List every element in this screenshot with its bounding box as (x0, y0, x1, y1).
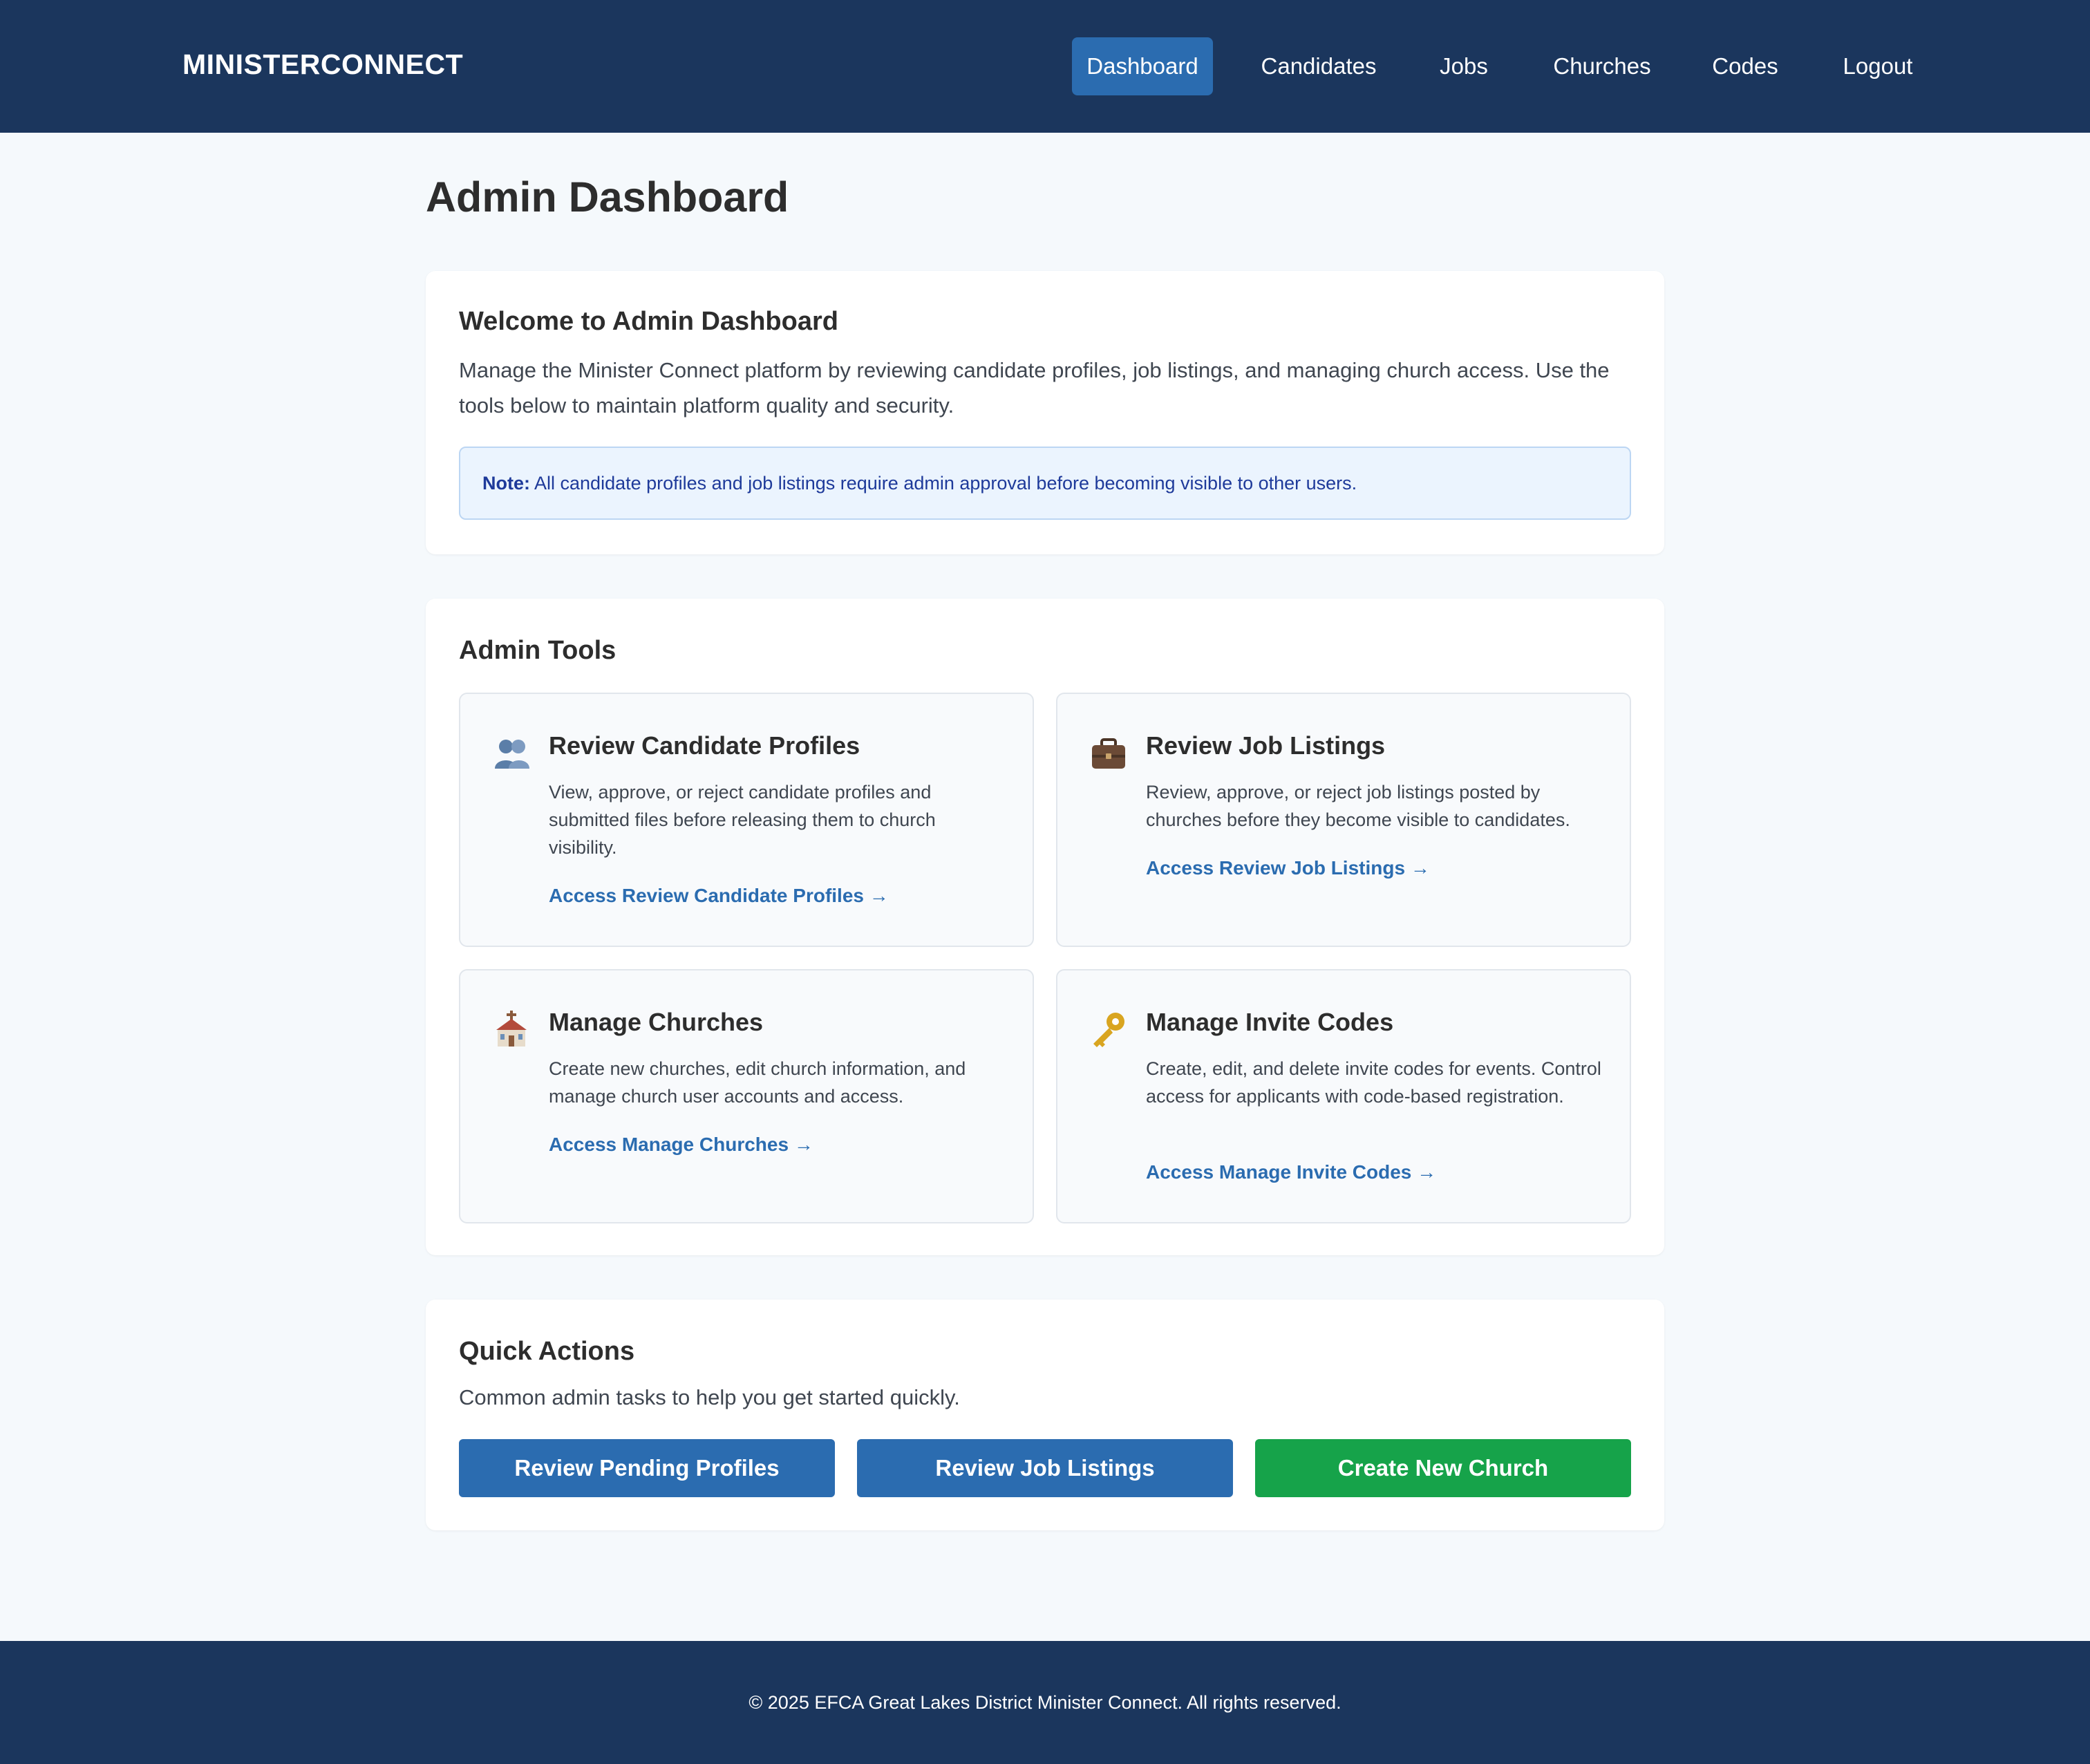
access-review-candidates-link[interactable]: Access Review Candidate Profiles → (549, 885, 889, 907)
footer: © 2025 EFCA Great Lakes District Ministe… (0, 1641, 2090, 1764)
nav-dashboard[interactable]: Dashboard (1072, 37, 1213, 95)
tool-title: Manage Invite Codes (1146, 1008, 1394, 1036)
nav-candidates[interactable]: Candidates (1250, 37, 1388, 95)
welcome-text: Manage the Minister Connect platform by … (459, 358, 1610, 417)
tool-description: Review, approve, or reject job listings … (1146, 782, 1570, 830)
note-label: Note: (482, 473, 530, 494)
page-title: Admin Dashboard (426, 173, 789, 220)
nav-logout[interactable]: Logout (1833, 37, 1923, 95)
welcome-heading: Welcome to Admin Dashboard (459, 307, 838, 336)
nav-codes[interactable]: Codes (1704, 37, 1786, 95)
tool-card-manage-churches: Manage Churches Create new churches, edi… (459, 969, 1034, 1223)
admin-tools-card: Admin Tools Review Candidate Profiles Vi… (426, 599, 1664, 1255)
people-icon (495, 740, 529, 769)
nav-churches[interactable]: Churches (1544, 37, 1660, 95)
briefcase-icon (1092, 738, 1125, 769)
tool-title: Manage Churches (549, 1008, 764, 1036)
tool-description: Create, edit, and delete invite codes fo… (1146, 1058, 1601, 1107)
create-new-church-button[interactable]: Create New Church (1255, 1439, 1631, 1497)
tool-title: Review Job Listings (1146, 731, 1386, 760)
admin-tools-heading: Admin Tools (459, 636, 616, 665)
tool-description: View, approve, or reject candidate profi… (549, 782, 936, 858)
tool-card-manage-codes: Manage Invite Codes Create, edit, and de… (1056, 969, 1631, 1223)
key-icon (1093, 1013, 1124, 1047)
welcome-card: Welcome to Admin Dashboard Manage the Mi… (426, 271, 1664, 554)
approval-note: Note: All candidate profiles and job lis… (459, 447, 1631, 520)
access-manage-codes-link[interactable]: Access Manage Invite Codes → (1146, 1161, 1436, 1183)
nav-jobs[interactable]: Jobs (1429, 37, 1498, 95)
tool-title: Review Candidate Profiles (549, 731, 860, 760)
quick-actions-description: Common admin tasks to help you get start… (459, 1385, 960, 1409)
brand-logo[interactable]: MINISTERCONNECT (182, 48, 463, 81)
top-navbar: MINISTERCONNECT Dashboard Candidates Job… (0, 0, 2090, 133)
tool-card-review-jobs: Review Job Listings Review, approve, or … (1056, 693, 1631, 947)
review-job-listings-button[interactable]: Review Job Listings (857, 1439, 1233, 1497)
review-pending-profiles-button[interactable]: Review Pending Profiles (459, 1439, 835, 1497)
access-manage-churches-link[interactable]: Access Manage Churches → (549, 1134, 813, 1156)
quick-actions-heading: Quick Actions (459, 1337, 635, 1366)
note-text: All candidate profiles and job listings … (530, 473, 1357, 494)
church-icon (496, 1011, 527, 1047)
footer-copyright: © 2025 EFCA Great Lakes District Ministe… (749, 1692, 1341, 1713)
tool-card-review-candidates: Review Candidate Profiles View, approve,… (459, 693, 1034, 947)
access-review-jobs-link[interactable]: Access Review Job Listings → (1146, 857, 1430, 879)
quick-actions-card: Quick Actions Common admin tasks to help… (426, 1299, 1664, 1530)
tool-description: Create new churches, edit church informa… (549, 1058, 966, 1107)
